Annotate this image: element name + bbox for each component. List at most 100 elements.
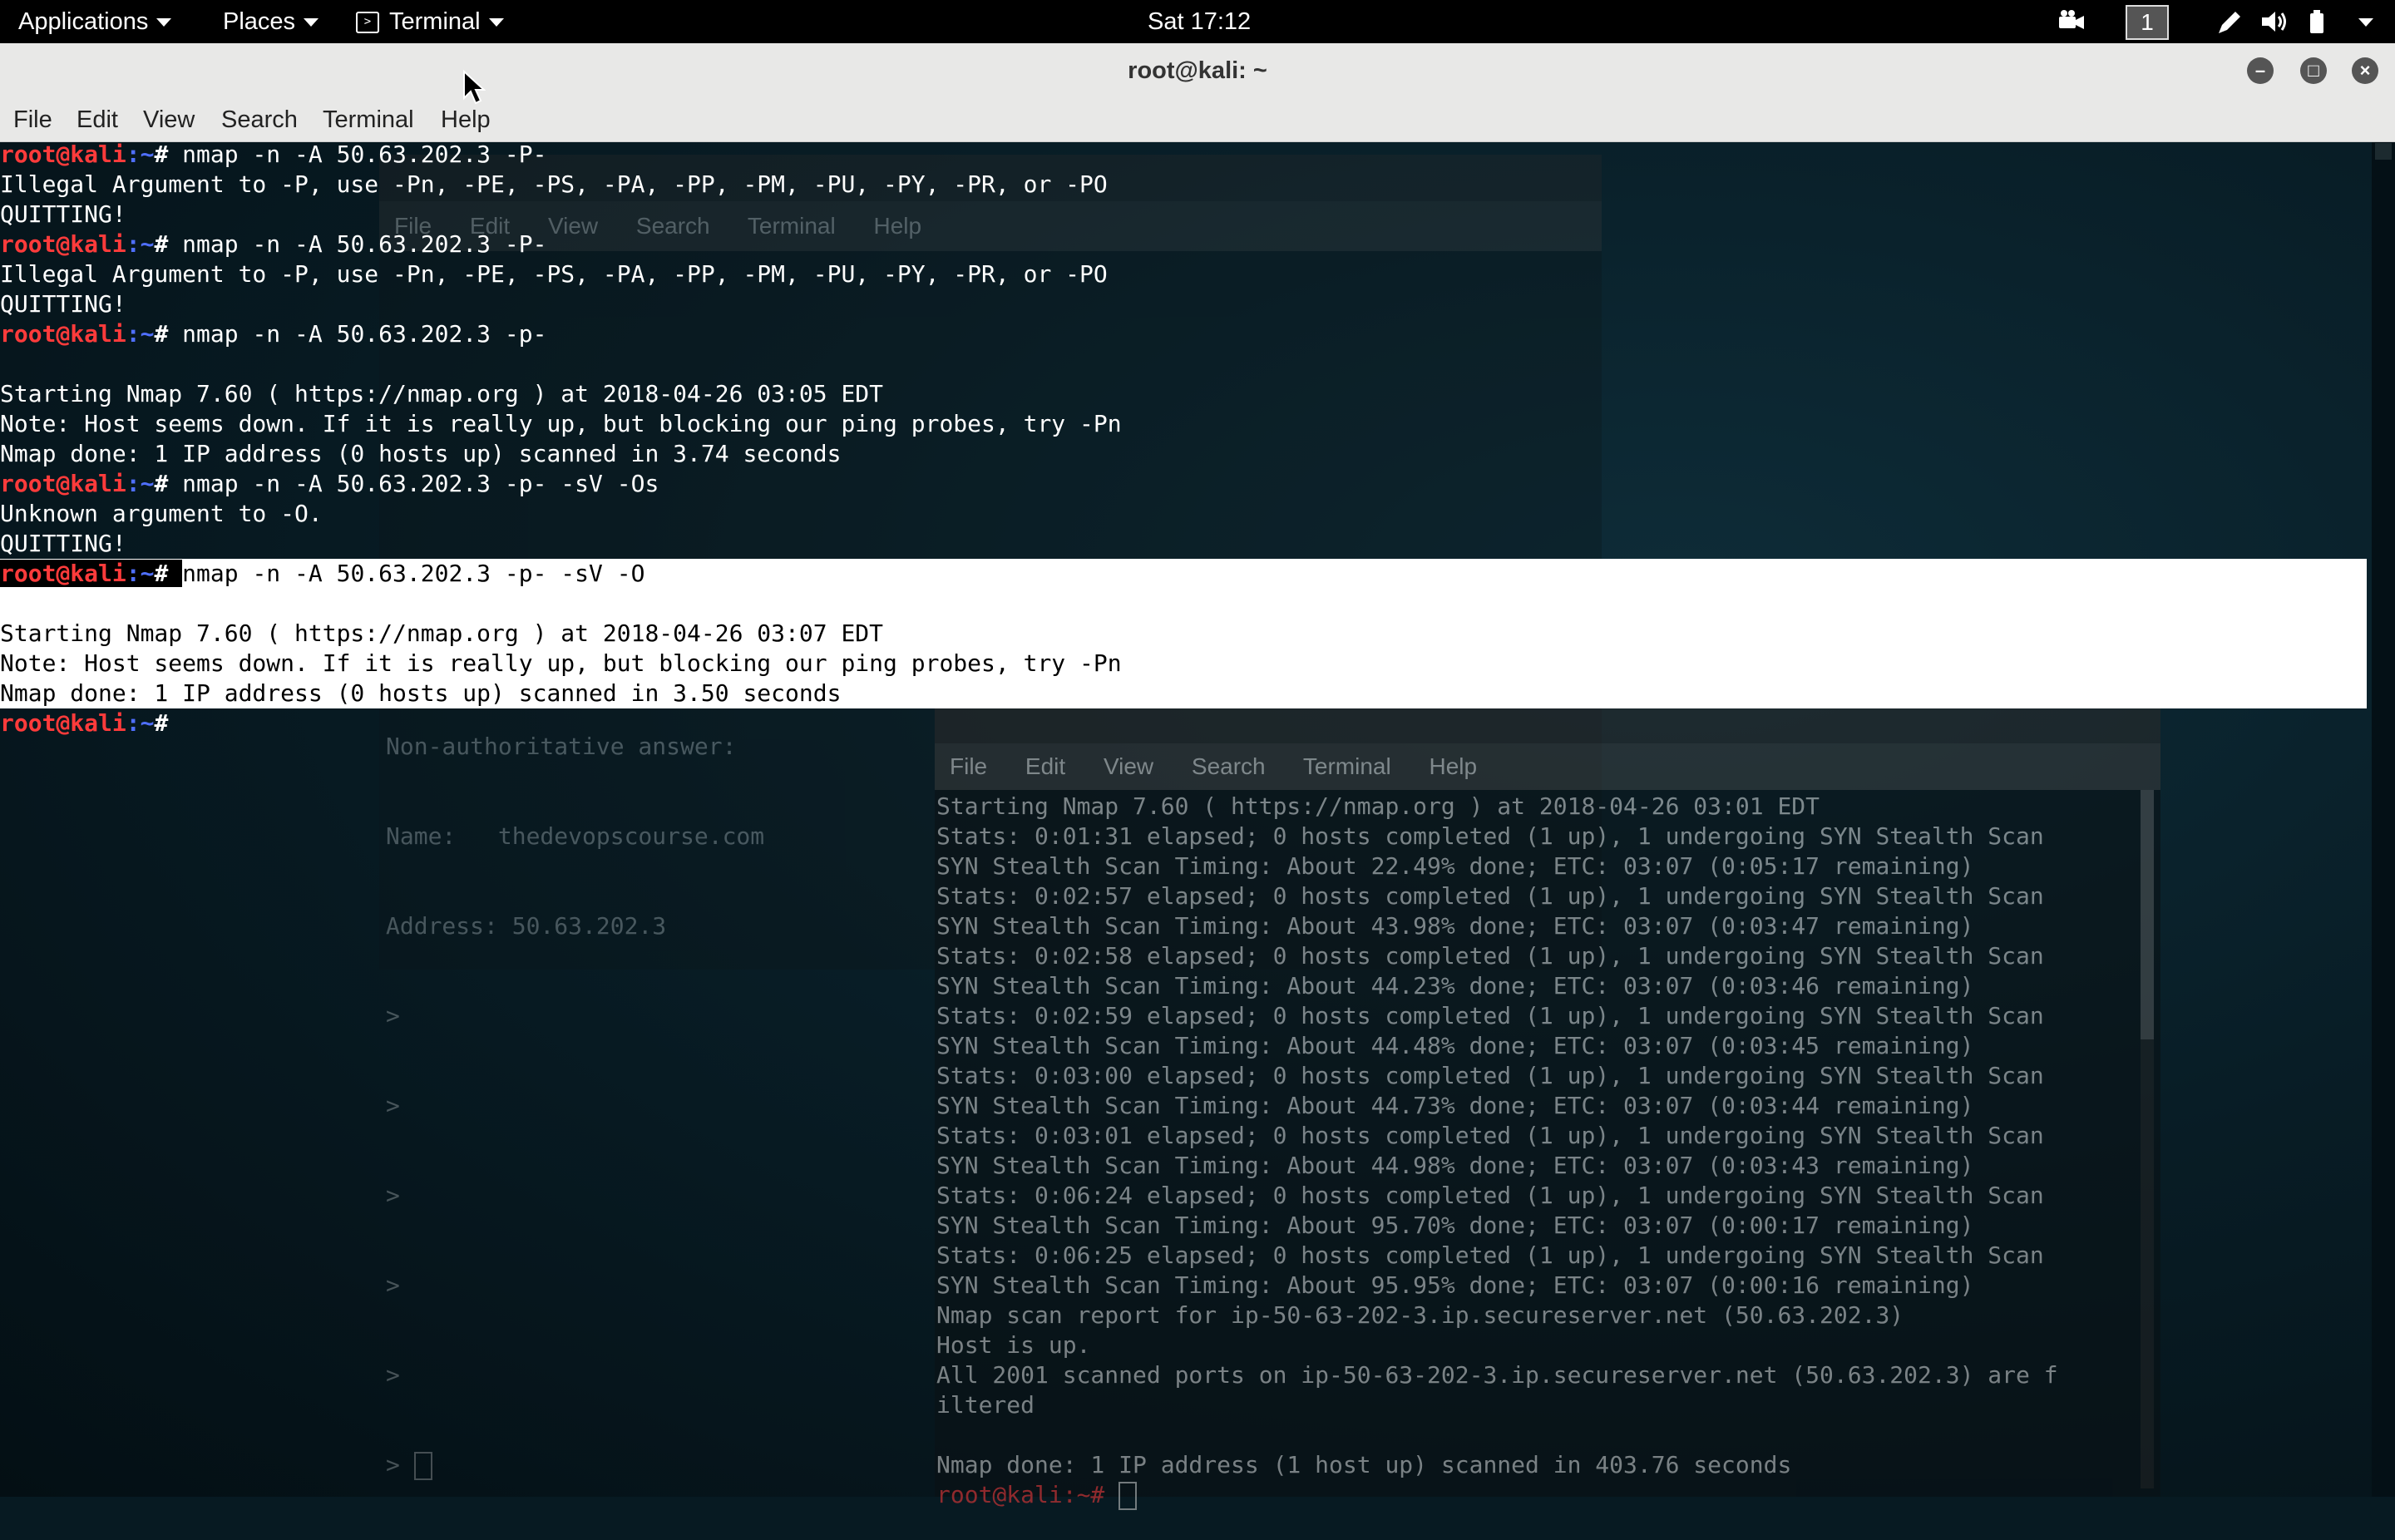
system-menu-chevron-icon[interactable] [2358, 18, 2373, 27]
minimize-button[interactable]: – [2247, 57, 2274, 84]
workspace-number: 1 [2126, 5, 2169, 40]
chevron-down-icon [156, 18, 172, 27]
clock[interactable]: Sat 17:12 [1148, 0, 1251, 43]
right-output-line: SYN Stealth Scan Timing: About 44.73% do… [936, 1092, 1974, 1119]
output-line: QUITTING! [0, 530, 126, 557]
applications-label: Applications [18, 8, 149, 35]
command-line: root@kali:~# nmap -n -A 50.63.202.3 -P- [0, 230, 547, 258]
terminal-app-menu[interactable]: > Terminal [356, 0, 504, 43]
close-button[interactable]: × [2352, 57, 2378, 84]
right-output-line: Host is up. [936, 1331, 1091, 1359]
right-output-line: SYN Stealth Scan Timing: About 44.23% do… [936, 972, 1974, 1000]
right-menu-help[interactable]: Help [1430, 753, 1478, 779]
right-output-line: Stats: 0:03:00 elapsed; 0 hosts complete… [936, 1062, 2044, 1089]
mouse-pointer-icon [463, 70, 486, 105]
command-line: root@kali:~# nmap -n -A 50.63.202.3 -P- [0, 141, 547, 168]
menu-file[interactable]: File [13, 98, 52, 141]
workspace-indicator[interactable]: 1 [2126, 5, 2169, 40]
prompt-path: :~ [126, 709, 155, 737]
main-window-titlebar[interactable]: root@kali: ~ – □ × [0, 43, 2395, 98]
right-output-line: Stats: 0:02:57 elapsed; 0 hosts complete… [936, 882, 2044, 910]
minimize-icon: – [2254, 60, 2266, 81]
bg-cursor [413, 1452, 432, 1480]
menu-terminal[interactable]: Terminal [323, 98, 414, 141]
menu-view[interactable]: View [143, 98, 195, 141]
prompt-user: root@kali [0, 141, 126, 168]
right-output-line: SYN Stealth Scan Timing: About 95.95% do… [936, 1271, 1974, 1299]
terminal-icon: > [356, 12, 379, 34]
prompt-user: root@kali [0, 320, 126, 348]
command-line: root@kali:~# nmap -n -A 50.63.202.3 -p- … [0, 560, 645, 587]
maximize-icon: □ [2308, 60, 2319, 81]
chevron-down-icon [304, 18, 319, 27]
right-output-line: Stats: 0:06:25 elapsed; 0 hosts complete… [936, 1241, 2044, 1269]
prompt-path: :~ [126, 470, 155, 497]
right-menu-terminal[interactable]: Terminal [1303, 753, 1391, 779]
menu-edit[interactable]: Edit [77, 98, 118, 141]
command-line: root@kali:~# nmap -n -A 50.63.202.3 -p- … [0, 470, 659, 497]
output-line: QUITTING! [0, 290, 126, 318]
places-menu[interactable]: Places [223, 0, 319, 43]
prompt-hash: # [154, 560, 183, 587]
right-output-line: Stats: 0:03:01 elapsed; 0 hosts complete… [936, 1122, 2044, 1149]
prompt-path: :~ [126, 320, 155, 348]
output-line: Illegal Argument to -P, use -Pn, -PE, -P… [0, 260, 1108, 288]
right-cursor [1118, 1482, 1138, 1510]
output-line: Nmap done: 1 IP address (0 hosts up) sca… [0, 440, 842, 467]
maximize-button[interactable]: □ [2300, 57, 2327, 84]
right-output-line: SYN Stealth Scan Timing: About 22.49% do… [936, 852, 1974, 880]
scrollbar-thumb[interactable] [2141, 790, 2154, 1039]
right-menu-search[interactable]: Search [1192, 753, 1266, 779]
right-output-line: Starting Nmap 7.60 ( https://nmap.org ) … [936, 792, 1820, 820]
volume-icon[interactable] [2260, 8, 2289, 35]
right-terminal-window: File Edit View Search Terminal Help Star… [935, 693, 2160, 1510]
prompt-hash: # [154, 141, 183, 168]
prompt-path: :~ [126, 141, 155, 168]
prompt-hash: # [154, 320, 183, 348]
right-output-line: SYN Stealth Scan Timing: About 44.48% do… [936, 1032, 1974, 1059]
menu-search[interactable]: Search [221, 98, 298, 141]
prompt-path: :~ [126, 560, 155, 587]
video-camera-icon[interactable] [2057, 8, 2086, 35]
right-menu-edit[interactable]: Edit [1025, 753, 1065, 779]
top-panel: Applications Places > Terminal Sat 17:12 … [0, 0, 2395, 43]
current-prompt-line[interactable]: root@kali:~# [0, 708, 1122, 738]
applications-menu[interactable]: Applications [18, 0, 172, 43]
main-terminal-output[interactable]: root@kali:~# nmap -n -A 50.63.202.3 -P- I… [0, 140, 1122, 738]
right-output-line: Stats: 0:06:24 elapsed; 0 hosts complete… [936, 1182, 2044, 1209]
right-output-line: Stats: 0:02:59 elapsed; 0 hosts complete… [936, 1002, 2044, 1029]
right-output-line: SYN Stealth Scan Timing: About 43.98% do… [936, 912, 1974, 940]
close-icon: × [2359, 60, 2371, 81]
right-menu-view[interactable]: View [1104, 753, 1153, 779]
output-line: Note: Host seems down. If it is really u… [0, 410, 1122, 437]
command-line: root@kali:~# nmap -n -A 50.63.202.3 -p- [0, 320, 547, 348]
scroll-up-arrow-icon[interactable] [2375, 143, 2392, 160]
right-output-line: Stats: 0:02:58 elapsed; 0 hosts complete… [936, 942, 2044, 970]
main-window-scrollbar[interactable] [2372, 140, 2395, 1497]
prompt-hash: # [154, 470, 183, 497]
right-menu-file[interactable]: File [950, 753, 987, 779]
prompt-hash: # [154, 230, 183, 258]
battery-icon[interactable] [2304, 8, 2332, 35]
right-window-output[interactable]: Starting Nmap 7.60 ( https://nmap.org ) … [935, 790, 2160, 1510]
right-output-line: SYN Stealth Scan Timing: About 44.98% do… [936, 1152, 1974, 1179]
selected-output-block: root@kali:~# nmap -n -A 50.63.202.3 -p- … [0, 559, 1122, 708]
pen-icon[interactable] [2215, 8, 2244, 35]
right-output-line: All 2001 scanned ports on ip-50-63-202-3… [936, 1361, 2058, 1389]
right-output-line: Stats: 0:01:31 elapsed; 0 hosts complete… [936, 822, 2044, 850]
places-label: Places [223, 8, 296, 35]
main-window-menubar: File Edit View Search Terminal Help [0, 98, 2395, 142]
right-prompt-line[interactable]: root@kali:~# [936, 1480, 2160, 1510]
right-prompt: root@kali:~# [936, 1481, 1119, 1508]
window-title: root@kali: ~ [1128, 57, 1267, 84]
output-line: Starting Nmap 7.60 ( https://nmap.org ) … [0, 380, 884, 407]
prompt-user: root@kali [0, 709, 126, 737]
output-line: Illegal Argument to -P, use -Pn, -PE, -P… [0, 170, 1108, 198]
output-line: Starting Nmap 7.60 ( https://nmap.org ) … [0, 619, 884, 647]
right-window-scrollbar[interactable] [2141, 790, 2154, 1488]
prompt-path: :~ [126, 230, 155, 258]
right-output-line: SYN Stealth Scan Timing: About 95.70% do… [936, 1212, 1974, 1239]
chevron-down-icon [488, 18, 504, 27]
